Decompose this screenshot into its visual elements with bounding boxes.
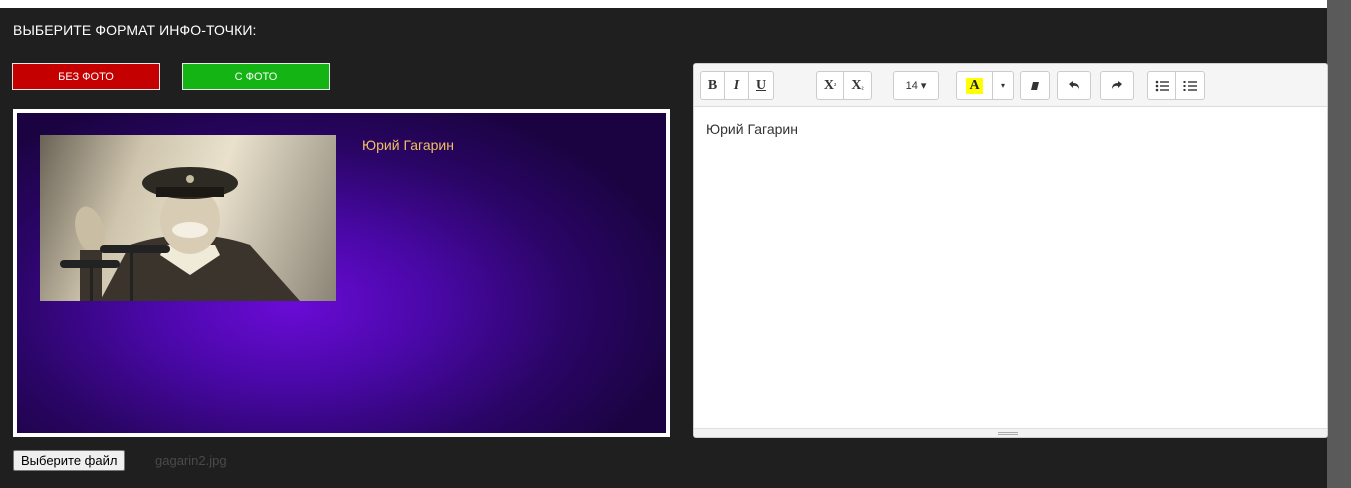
with-photo-button[interactable]: С ФОТО (182, 63, 330, 90)
bold-button[interactable]: B (701, 72, 725, 99)
numbered-list-icon (1183, 80, 1197, 91)
bullet-list-icon (1155, 80, 1169, 91)
subscript-button[interactable]: X₂ (844, 72, 871, 99)
redo-group (1100, 71, 1134, 100)
highlight-group: A ▾ (956, 71, 1014, 100)
gagarin-photo (40, 135, 336, 301)
script-group: X² X₂ (816, 71, 872, 100)
superscript-button[interactable]: X² (817, 72, 844, 99)
list-group (1147, 71, 1205, 100)
no-photo-button[interactable]: БЕЗ ФОТО (12, 63, 160, 90)
undo-group (1057, 71, 1091, 100)
numbered-list-button[interactable] (1176, 72, 1204, 99)
highlight-icon: A (966, 77, 983, 94)
eraser-button[interactable] (1021, 72, 1049, 99)
font-size-dropdown[interactable]: 14 ▾ (894, 72, 938, 99)
format-heading: ВЫБЕРИТЕ ФОРМАТ ИНФО-ТОЧКИ: (13, 22, 257, 38)
highlight-caret-button[interactable]: ▾ (993, 72, 1013, 99)
text-style-group: B I U (700, 71, 774, 100)
font-size-group: 14 ▾ (893, 71, 939, 100)
selected-file-name: gagarin2.jpg (155, 453, 227, 468)
preview-name-text: Юрий Гагарин (362, 137, 454, 153)
infopoint-preview: Юрий Гагарин (13, 109, 670, 437)
highlight-color-button[interactable]: A (957, 72, 993, 99)
editor-content[interactable]: Юрий Гагарин (706, 121, 798, 137)
eraser-icon (1031, 81, 1039, 90)
editor-resize-bar[interactable] (694, 428, 1327, 437)
redo-icon (1112, 80, 1122, 89)
resize-grip-icon[interactable] (998, 432, 1018, 435)
editor-toolbar: B I U X² X₂ 14 ▾ A ▾ (694, 64, 1327, 107)
underline-button[interactable]: U (749, 72, 773, 99)
undo-button[interactable] (1058, 72, 1090, 99)
undo-icon (1069, 80, 1079, 89)
superscript-label: X (823, 77, 834, 93)
redo-button[interactable] (1101, 72, 1133, 99)
italic-button[interactable]: I (725, 72, 749, 99)
page-scrollbar[interactable] (1327, 0, 1351, 488)
rich-text-editor: B I U X² X₂ 14 ▾ A ▾ Юрий Гагарин (693, 63, 1328, 438)
bullet-list-button[interactable] (1148, 72, 1176, 99)
subscript-label: X (851, 77, 862, 93)
choose-file-button[interactable]: Выберите файл (13, 450, 126, 471)
eraser-group (1020, 71, 1050, 100)
